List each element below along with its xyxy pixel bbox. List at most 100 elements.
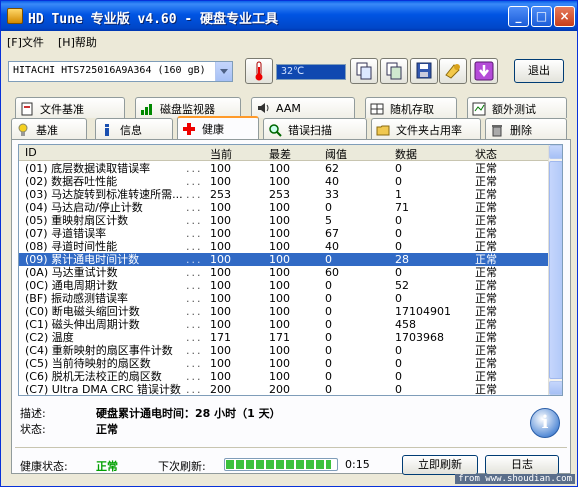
- cell-id: (C7) Ultra DMA CRC 错误计数: [25, 383, 181, 396]
- table-row[interactable]: (07) 寻道错误率 100 100 67 0 正常...: [19, 227, 550, 240]
- column-header-data[interactable]: 数据: [395, 146, 417, 162]
- cell-status: 正常: [475, 331, 497, 344]
- minimize-button[interactable]: _: [508, 6, 529, 27]
- scroll-down-arrow-icon[interactable]: [549, 381, 562, 395]
- benchmark-icon: [16, 123, 30, 137]
- cell-worst: 100: [269, 227, 290, 240]
- column-header-threshold[interactable]: 阈值: [325, 146, 347, 162]
- cell-id: (07) 寻道错误率: [25, 227, 107, 240]
- row-leader-dots: ...: [186, 227, 203, 240]
- cell-id: (BF) 振动感测错误率: [25, 292, 128, 305]
- cell-worst: 253: [269, 188, 290, 201]
- cell-id: (C0) 断电磁头缩回计数: [25, 305, 140, 318]
- tab-file-benchmark[interactable]: 文件基准: [15, 97, 125, 118]
- cell-threshold: 0: [325, 357, 332, 370]
- tab-error-scan[interactable]: 错误扫描: [263, 118, 367, 139]
- row-leader-dots: ...: [186, 383, 203, 396]
- chevron-down-icon[interactable]: [215, 62, 232, 81]
- table-row[interactable]: (05) 重映射扇区计数 100 100 5 0 正常...: [19, 214, 550, 227]
- column-header-id[interactable]: ID: [25, 146, 37, 159]
- table-row[interactable]: (C0) 断电磁头缩回计数 100 100 0 17104901 正常...: [19, 305, 550, 318]
- table-scrollbar[interactable]: [548, 145, 562, 395]
- column-header-worst[interactable]: 最差: [269, 146, 291, 162]
- table-row[interactable]: (01) 底层数据读取错误率 100 100 62 0 正常...: [19, 162, 550, 175]
- table-row[interactable]: (C2) 温度 171 171 0 1703968 正常...: [19, 331, 550, 344]
- tab-disk-monitor[interactable]: 磁盘监视器: [135, 97, 241, 118]
- cell-threshold: 40: [325, 175, 339, 188]
- scroll-thumb[interactable]: [549, 161, 562, 379]
- cell-status: 正常: [475, 201, 497, 214]
- smart-table[interactable]: ID 当前 最差 阈值 数据 状态 (01) 底层数据读取错误率 100 100 62…: [18, 144, 563, 396]
- tab-aam[interactable]: AAM: [251, 97, 355, 118]
- log-button[interactable]: 日志: [485, 455, 559, 475]
- health-cross-icon: [182, 122, 196, 136]
- description-label: 描述:: [20, 407, 46, 420]
- thermometer-icon: [245, 58, 273, 84]
- table-row[interactable]: (08) 寻道时间性能 100 100 40 0 正常...: [19, 240, 550, 253]
- table-row[interactable]: (09) 累计通电时间计数 100 100 0 28 正常...: [19, 253, 550, 266]
- cell-threshold: 0: [325, 201, 332, 214]
- tab-extra-tests[interactable]: 额外测试: [467, 97, 567, 118]
- tab-label: 文件基准: [40, 103, 84, 116]
- cell-data: 0: [395, 266, 402, 279]
- cell-status: 正常: [475, 370, 497, 383]
- tab-info[interactable]: 信息: [95, 118, 173, 139]
- tab-random-access[interactable]: 随机存取: [365, 97, 457, 118]
- cell-threshold: 5: [325, 214, 332, 227]
- cell-id: (0A) 马达重试计数: [25, 266, 118, 279]
- cell-data: 0: [395, 175, 402, 188]
- table-row[interactable]: (BF) 振动感测错误率 100 100 0 0 正常...: [19, 292, 550, 305]
- table-row[interactable]: (0C) 通电周期计数 100 100 0 52 正常...: [19, 279, 550, 292]
- refresh-progress-bar: [224, 458, 338, 471]
- title-bar[interactable]: HD Tune 专业版 v4.60 - 硬盘专业工具 _ □ ×: [1, 1, 577, 31]
- tab-benchmark[interactable]: 基准: [11, 118, 87, 139]
- table-row[interactable]: (0A) 马达重试计数 100 100 60 0 正常...: [19, 266, 550, 279]
- cell-threshold: 60: [325, 266, 339, 279]
- table-row[interactable]: (03) 马达旋转到标准转速所需... 253 253 33 1 正常...: [19, 188, 550, 201]
- menu-file[interactable]: [F]文件: [7, 34, 44, 50]
- table-row[interactable]: (C6) 脱机无法校正的扇区数 100 100 0 0 正常...: [19, 370, 550, 383]
- save-icon[interactable]: [410, 58, 438, 84]
- cell-current: 100: [210, 344, 231, 357]
- copy-screenshot-icon[interactable]: [380, 58, 408, 84]
- column-header-status[interactable]: 状态: [475, 146, 497, 162]
- cell-id: (03) 马达旋转到标准转速所需...: [25, 188, 183, 201]
- options-icon[interactable]: [439, 58, 467, 84]
- cell-current: 100: [210, 318, 231, 331]
- column-header-current[interactable]: 当前: [210, 146, 232, 162]
- download-arrow-icon[interactable]: [470, 58, 498, 84]
- cell-current: 100: [210, 253, 231, 266]
- copy-text-icon[interactable]: [350, 58, 378, 84]
- cell-current: 253: [210, 188, 231, 201]
- cell-threshold: 0: [325, 331, 332, 344]
- scroll-up-arrow-icon[interactable]: [549, 145, 562, 159]
- cell-data: 71: [395, 201, 409, 214]
- cell-status: 正常: [475, 175, 497, 188]
- cell-status: 正常: [475, 383, 497, 396]
- table-row[interactable]: (C5) 当前待映射的扇区数 100 100 0 0 正常...: [19, 357, 550, 370]
- row-leader-dots: ...: [186, 253, 203, 266]
- table-row[interactable]: (C7) Ultra DMA CRC 错误计数 200 200 0 0 正常...: [19, 383, 550, 396]
- exit-button[interactable]: 退出: [514, 59, 564, 83]
- cell-threshold: 0: [325, 292, 332, 305]
- cell-current: 100: [210, 370, 231, 383]
- cell-current: 100: [210, 227, 231, 240]
- cell-data: 52: [395, 279, 409, 292]
- cell-current: 100: [210, 305, 231, 318]
- table-row[interactable]: (04) 马达启动/停止计数 100 100 0 71 正常...: [19, 201, 550, 214]
- tab-health[interactable]: 健康: [177, 116, 259, 139]
- maximize-button[interactable]: □: [531, 6, 552, 27]
- table-row[interactable]: (C4) 重新映射的扇区事件计数 100 100 0 0 正常...: [19, 344, 550, 357]
- tab-erase[interactable]: 删除: [485, 118, 567, 139]
- row-leader-dots: ...: [186, 370, 203, 383]
- table-row[interactable]: (C1) 磁头伸出周期计数 100 100 0 458 正常...: [19, 318, 550, 331]
- table-row[interactable]: (02) 数据吞吐性能 100 100 40 0 正常...: [19, 175, 550, 188]
- drive-select[interactable]: HITACHI HTS725016A9A364 (160 gB): [8, 61, 233, 82]
- drive-select-value: HITACHI HTS725016A9A364 (160 gB): [13, 65, 206, 76]
- close-button[interactable]: ×: [554, 6, 575, 27]
- tab-folder-usage[interactable]: 文件夹占用率: [371, 118, 481, 139]
- refresh-now-button[interactable]: 立即刷新: [402, 455, 478, 475]
- row-leader-dots: ...: [186, 318, 203, 331]
- menu-help[interactable]: [H]帮助: [58, 34, 97, 50]
- cell-status: 正常: [475, 240, 497, 253]
